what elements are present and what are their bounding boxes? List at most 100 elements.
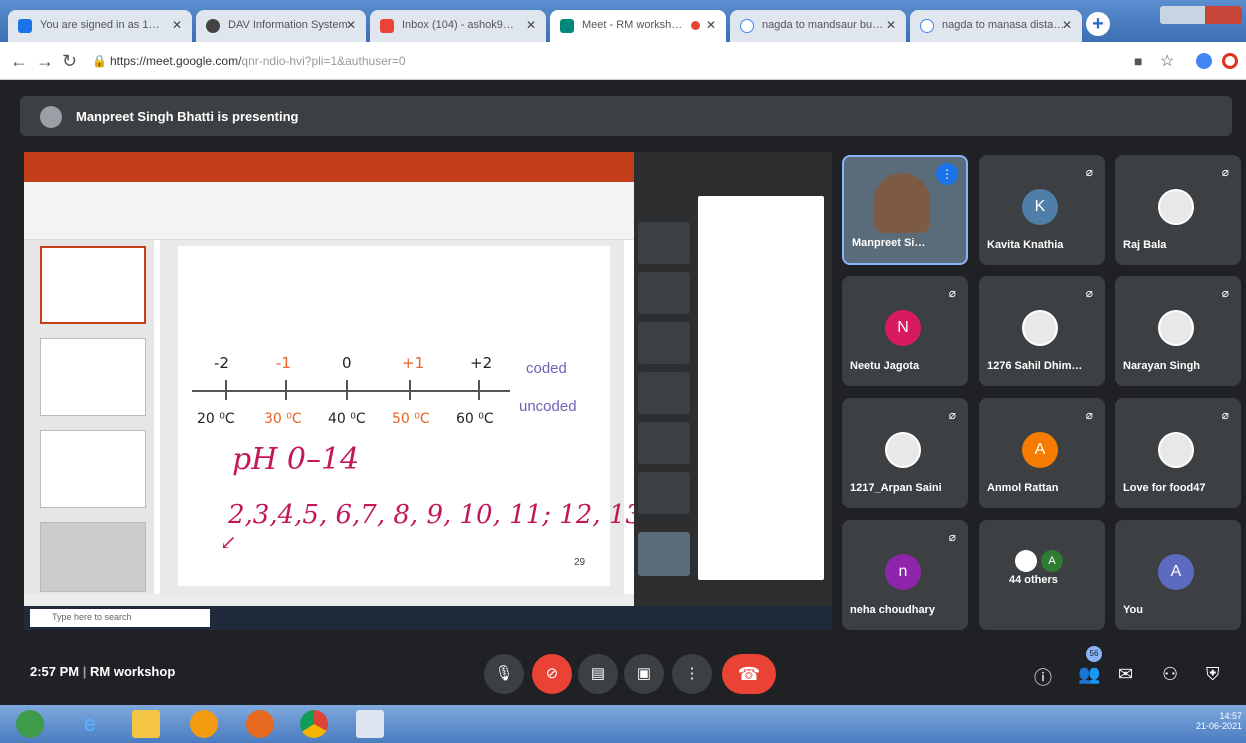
- participant-avatar: A: [1158, 554, 1194, 590]
- uncoded-value: 30 ⁰C: [264, 411, 302, 427]
- slide-thumbnail: [40, 430, 146, 508]
- shared-participant-tile: [638, 222, 690, 264]
- google-icon: [740, 19, 754, 33]
- uncoded-value: 40 ⁰C: [328, 411, 366, 427]
- participant-tile[interactable]: ⌀ 1217_Arpan Saini: [842, 398, 968, 508]
- present-icon: ▣: [636, 665, 652, 682]
- close-tab-icon[interactable]: ✕: [526, 18, 536, 32]
- close-tab-icon[interactable]: ✕: [172, 18, 182, 32]
- close-tab-icon[interactable]: ✕: [706, 18, 716, 32]
- lock-icon: 🔒: [92, 54, 107, 68]
- others-tile[interactable]: A 44 others: [979, 520, 1105, 630]
- browser-tab[interactable]: nagda to mandsaur bu… ✕: [730, 10, 906, 42]
- participant-tile[interactable]: ⌀ K Kavita Knathia: [979, 155, 1105, 265]
- participant-name: Manpreet Si…: [852, 237, 926, 249]
- back-arrow-icon[interactable]: ←: [10, 51, 28, 72]
- window-app-icon[interactable]: [356, 710, 384, 738]
- camera-off-icon: ⊘: [545, 665, 559, 682]
- tab-label: You are signed in as 1…: [40, 19, 160, 31]
- participant-tile[interactable]: ⌀ n neha choudhary: [842, 520, 968, 630]
- chrome-icon[interactable]: [300, 710, 328, 738]
- presenting-label: Manpreet Singh Bhatti is presenting: [76, 109, 299, 124]
- phone-hangup-icon: ☎: [737, 664, 761, 684]
- participant-tile[interactable]: ⌀ N Neetu Jagota: [842, 276, 968, 386]
- powerpoint-title-bar: [24, 152, 634, 182]
- tab-label: Inbox (104) - ashok9…: [402, 19, 514, 31]
- camera-off-button[interactable]: ⊘: [532, 654, 572, 694]
- participant-tile[interactable]: ⌀ A Anmol Rattan: [979, 398, 1105, 508]
- others-count: 44 others: [1009, 574, 1058, 586]
- browser-tab[interactable]: You are signed in as 1… ✕: [8, 10, 192, 42]
- star-icon[interactable]: ☆: [1160, 51, 1174, 71]
- browser-tab[interactable]: nagda to manasa dista… ✕: [910, 10, 1082, 42]
- leave-call-button[interactable]: ☎: [722, 654, 776, 694]
- participant-tile[interactable]: ⌀ Narayan Singh: [1115, 276, 1241, 386]
- participant-photo: [1158, 432, 1194, 468]
- close-tab-icon[interactable]: ✕: [1062, 18, 1072, 32]
- participant-tile[interactable]: ⌀ Raj Bala: [1115, 155, 1241, 265]
- shared-participant-tile: [638, 532, 690, 576]
- shared-participant-tile: [638, 422, 690, 464]
- internet-explorer-icon[interactable]: e: [76, 710, 104, 738]
- number-line: [192, 390, 510, 392]
- opera-icon[interactable]: [1222, 53, 1238, 69]
- start-button-icon[interactable]: [16, 710, 44, 738]
- mic-button[interactable]: 🎙: [484, 654, 524, 694]
- participant-tile[interactable]: ⌀ Love for food47: [1115, 398, 1241, 508]
- mic-off-icon: ⌀: [1085, 165, 1093, 179]
- firefox-icon[interactable]: [246, 710, 274, 738]
- people-count-badge: 56: [1086, 646, 1102, 662]
- tick: [346, 380, 348, 400]
- media-player-icon[interactable]: [190, 710, 218, 738]
- forward-arrow-icon[interactable]: →: [36, 51, 54, 72]
- google-icon: [920, 19, 934, 33]
- new-tab-button[interactable]: +: [1086, 12, 1110, 36]
- slide-thumbnail: [40, 338, 146, 416]
- participant-video: [874, 173, 930, 233]
- participant-tile[interactable]: A You: [1115, 520, 1241, 630]
- more-options-button[interactable]: ⋮: [672, 654, 712, 694]
- participant-tile[interactable]: ⌀ 1276 Sahil Dhim…: [979, 276, 1105, 386]
- uncoded-value: 60 ⁰C: [456, 411, 494, 427]
- window-close-button[interactable]: [1205, 6, 1242, 24]
- browser-tab[interactable]: DAV Information System ✕: [196, 10, 366, 42]
- separator: |: [82, 664, 87, 679]
- close-tab-icon[interactable]: ✕: [886, 18, 896, 32]
- meet-icon: [560, 19, 574, 33]
- taskbar-search: Type here to search: [30, 609, 210, 627]
- participant-tile[interactable]: ⋮ Manpreet Si…: [842, 155, 968, 265]
- shared-participant-tile: [638, 272, 690, 314]
- participant-name: Narayan Singh: [1123, 360, 1201, 372]
- mic-off-icon: ⌀: [948, 530, 956, 544]
- shared-participant-tile: [638, 372, 690, 414]
- captions-button[interactable]: ▤: [578, 654, 618, 694]
- url-host: https://meet.google.com/: [110, 54, 242, 68]
- slide-thumbnail: [40, 246, 146, 324]
- participant-avatar: A: [1022, 432, 1058, 468]
- people-icon[interactable]: 👥: [1078, 664, 1100, 685]
- extension-icon[interactable]: [1196, 53, 1212, 69]
- tab-label: Meet - RM worksh…: [582, 19, 683, 31]
- browser-tab[interactable]: Inbox (104) - ashok9… ✕: [370, 10, 546, 42]
- close-tab-icon[interactable]: ✕: [346, 18, 356, 32]
- activities-icon[interactable]: ⚇: [1162, 664, 1178, 685]
- info-icon[interactable]: ⓘ: [1034, 664, 1052, 690]
- present-button[interactable]: ▣: [624, 654, 664, 694]
- folder-icon[interactable]: [132, 710, 160, 738]
- browser-tab-active[interactable]: Meet - RM worksh… ✕: [550, 10, 726, 42]
- shared-chat-panel: [698, 196, 824, 580]
- clock-date: 21-06-2021: [1196, 721, 1243, 731]
- reload-icon[interactable]: ↻: [62, 51, 77, 72]
- host-controls-icon[interactable]: ⛨: [1206, 664, 1220, 685]
- camera-icon[interactable]: ■: [1134, 53, 1142, 69]
- mic-off-icon: ⌀: [1221, 408, 1229, 422]
- participant-name: Raj Bala: [1123, 239, 1167, 251]
- participant-photo: [1015, 550, 1037, 572]
- coded-value: +1: [402, 354, 425, 372]
- participant-photo: [885, 432, 921, 468]
- site-icon: [18, 19, 32, 33]
- participant-avatar: n: [885, 554, 921, 590]
- uncoded-value: 50 ⁰C: [392, 411, 430, 427]
- url-input[interactable]: https://meet.google.com/qnr-ndio-hvi?pli…: [110, 50, 1110, 72]
- chat-icon[interactable]: ✉: [1118, 664, 1133, 685]
